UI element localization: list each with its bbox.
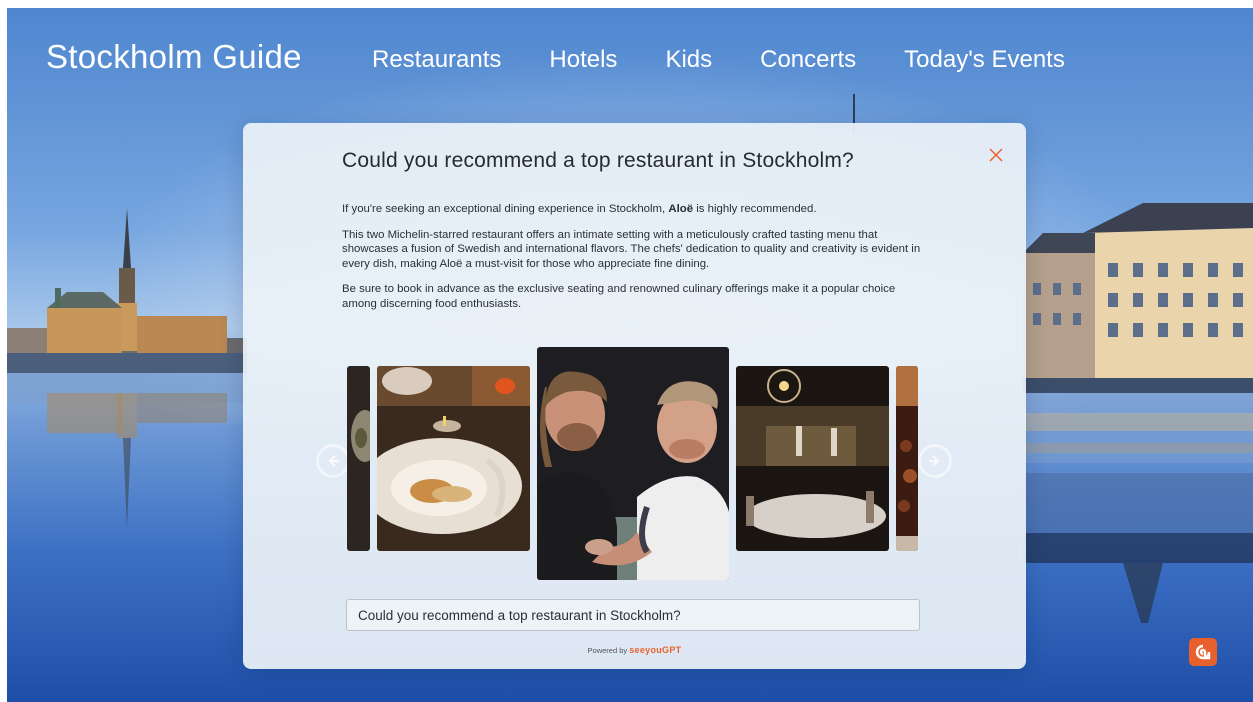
nav-restaurants[interactable]: Restaurants bbox=[372, 46, 501, 74]
answer-paragraph: Be sure to book in advance as the exclus… bbox=[342, 283, 896, 310]
site-brand[interactable]: Stockholm Guide bbox=[46, 38, 302, 76]
nav-kids[interactable]: Kids bbox=[665, 46, 712, 74]
arrow-right-icon[interactable] bbox=[918, 444, 952, 478]
restaurant-name: Aloë bbox=[668, 203, 694, 215]
close-icon[interactable] bbox=[986, 145, 1006, 165]
powered-by-label: Powered by bbox=[587, 646, 628, 655]
main-nav: Restaurants Hotels Kids Concerts Today's… bbox=[372, 46, 1113, 74]
chat-logo-icon[interactable] bbox=[1189, 638, 1217, 666]
question-input[interactable] bbox=[346, 599, 920, 631]
city-hall-skyline bbox=[7, 208, 247, 528]
arrow-left-icon[interactable] bbox=[316, 444, 350, 478]
answer-paragraph: This two Michelin-starred restaurant off… bbox=[342, 228, 921, 270]
nav-concerts[interactable]: Concerts bbox=[760, 46, 856, 74]
question-title: Could you recommend a top restaurant in … bbox=[342, 149, 854, 172]
nav-todays-events[interactable]: Today's Events bbox=[904, 46, 1065, 74]
powered-by-brand[interactable]: seeyouGPT bbox=[629, 645, 681, 655]
answer-intro: If you're seeking an exceptional dining … bbox=[342, 203, 817, 215]
carousel-photo[interactable] bbox=[896, 366, 918, 551]
carousel-photo[interactable] bbox=[377, 366, 530, 551]
carousel-photo[interactable] bbox=[736, 366, 889, 551]
photo-carousel bbox=[243, 347, 1026, 582]
nav-hotels[interactable]: Hotels bbox=[549, 46, 617, 74]
carousel-photo[interactable] bbox=[537, 347, 729, 580]
powered-by-footer: Powered by seeyouGPT bbox=[243, 645, 1026, 655]
answer-text: If you're seeking an exceptional dining … bbox=[342, 202, 932, 323]
old-town-skyline bbox=[1023, 203, 1253, 623]
chat-modal: Could you recommend a top restaurant in … bbox=[243, 123, 1026, 669]
carousel-photo[interactable] bbox=[347, 366, 370, 551]
